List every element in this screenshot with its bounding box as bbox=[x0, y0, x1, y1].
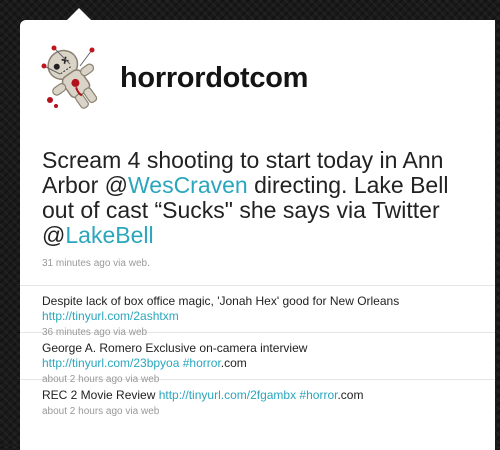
tweet-link[interactable]: http://tinyurl.com/2ashtxm bbox=[42, 309, 179, 323]
via-label: via bbox=[110, 327, 129, 338]
tweet-timestamp[interactable]: about 2 hours ago bbox=[42, 374, 123, 385]
tweet-source: web. bbox=[128, 258, 150, 269]
tweet-text-body: REC 2 Movie Review bbox=[42, 388, 159, 402]
list-item: George A. Romero Exclusive on-camera int… bbox=[20, 332, 495, 385]
via-label: via bbox=[122, 406, 141, 417]
voodoo-doll-avatar[interactable] bbox=[34, 40, 110, 116]
via-label: via bbox=[122, 374, 141, 385]
tweet-text-tail: .com bbox=[337, 388, 364, 402]
tweet-timestamp[interactable]: 36 minutes ago bbox=[42, 327, 110, 338]
tweet-source: web bbox=[128, 327, 148, 338]
tweet-text: REC 2 Movie Review http://tinyurl.com/2f… bbox=[42, 388, 495, 403]
main-tweet-text: Scream 4 shooting to start today in Ann … bbox=[42, 148, 482, 248]
tweet-list: Despite lack of box office magic, 'Jonah… bbox=[20, 285, 495, 426]
mention-wescraven-link[interactable]: WesCraven bbox=[128, 172, 248, 198]
main-tweet-timestamp[interactable]: 31 minutes ago bbox=[42, 258, 110, 269]
card-notch bbox=[67, 8, 91, 20]
tweet-text-body: George A. Romero Exclusive on-camera int… bbox=[42, 341, 308, 355]
tweet-text-body: Despite lack of box office magic, 'Jonah… bbox=[42, 294, 400, 308]
screen-name[interactable]: horrordotcom bbox=[120, 62, 308, 95]
main-tweet-meta: 31 minutes ago via web. bbox=[42, 258, 482, 269]
tweet-text: George A. Romero Exclusive on-camera int… bbox=[42, 341, 495, 371]
tweet-timestamp[interactable]: about 2 hours ago bbox=[42, 406, 123, 417]
hashtag-link[interactable]: #horror bbox=[296, 388, 337, 402]
tweet-text: Despite lack of box office magic, 'Jonah… bbox=[42, 294, 495, 324]
via-label: via bbox=[110, 258, 129, 269]
tweet-source: web bbox=[140, 374, 160, 385]
main-tweet: Scream 4 shooting to start today in Ann … bbox=[42, 148, 482, 270]
tweet-link[interactable]: http://tinyurl.com/23bpyoa bbox=[42, 356, 179, 370]
hashtag-link[interactable]: #horror bbox=[179, 356, 221, 370]
mention-lakebell-link[interactable]: LakeBell bbox=[65, 222, 153, 248]
tweet-link[interactable]: http://tinyurl.com/2fgambx bbox=[159, 388, 296, 402]
tweet-meta: about 2 hours ago via web bbox=[42, 406, 495, 417]
profile-header: horrordotcom bbox=[34, 40, 308, 116]
list-item: REC 2 Movie Review http://tinyurl.com/2f… bbox=[20, 379, 495, 426]
tweet-source: web bbox=[140, 406, 160, 417]
tweet-card: horrordotcom Scream 4 shooting to start … bbox=[20, 8, 495, 450]
tweet-text-tail: .com bbox=[220, 356, 247, 370]
list-item: Despite lack of box office magic, 'Jonah… bbox=[20, 285, 495, 338]
